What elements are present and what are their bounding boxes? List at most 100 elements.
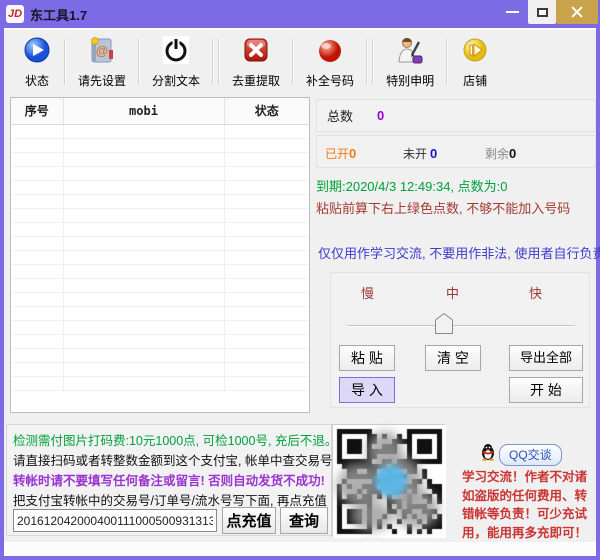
query-button[interactable]: 查询: [280, 507, 328, 534]
red-x-icon: [241, 35, 271, 70]
close-button[interactable]: [556, 0, 598, 24]
column-header-status[interactable]: 状态: [224, 98, 309, 124]
table-row: [11, 194, 309, 208]
total-label: 总数: [327, 106, 353, 125]
play-yellow-icon: [460, 35, 490, 70]
shop-label: 店铺: [463, 72, 487, 89]
complete-number-label: 补全号码: [306, 72, 354, 89]
speed-slider-thumb[interactable]: [435, 313, 453, 334]
toolbar-separator: [446, 39, 448, 85]
table-row: [11, 166, 309, 180]
split-text-label: 分割文本: [152, 72, 200, 89]
maximize-button[interactable]: [528, 0, 556, 24]
dedupe-extract-label: 去重提取: [232, 72, 280, 89]
table-row: [11, 138, 309, 152]
table-header-row: 序号 mobi 状态: [11, 98, 309, 124]
table-row: [11, 362, 309, 376]
paste-warning-notice: 粘贴前算下右上绿色点数, 不够不能加入号码: [316, 198, 570, 217]
table-row: [11, 152, 309, 166]
red-sphere-icon: [315, 35, 345, 70]
start-button[interactable]: 开 始: [509, 377, 583, 403]
table-row: [11, 348, 309, 362]
toolbar-separator: [372, 39, 374, 85]
person-pen-icon: [395, 35, 425, 70]
app-window: JD 东工具1.7 状态 @ 请先设置: [0, 0, 600, 560]
setup-label: 请先设置: [78, 72, 126, 89]
paste-button[interactable]: 粘 贴: [339, 345, 395, 371]
counts-groupbox: 已开0 未开0 剩余0: [316, 135, 596, 168]
status-button[interactable]: 状态: [12, 34, 62, 90]
toolbar-separator: [366, 39, 368, 85]
transaction-number-input[interactable]: [13, 509, 217, 532]
speed-slider-track[interactable]: [347, 325, 575, 327]
table-row: [11, 222, 309, 236]
import-button[interactable]: 导 入: [339, 377, 395, 403]
speed-slow-label: 慢: [361, 283, 374, 302]
qq-chat-label: QQ交谈: [499, 444, 562, 466]
toolbar-separator: [218, 39, 220, 85]
table-row: [11, 320, 309, 334]
unopened-count: 未开0: [403, 145, 437, 162]
disclaimer-notice: 仅仅用作学习交流, 不要用作非法, 使用者自行负责!: [318, 243, 600, 262]
total-groupbox: 总数 0: [316, 99, 596, 132]
maximize-icon: [537, 8, 548, 17]
column-header-index[interactable]: 序号: [11, 98, 63, 124]
power-icon: [161, 35, 191, 70]
address-book-icon: @: [87, 35, 117, 70]
number-table[interactable]: 序号 mobi 状态: [10, 97, 310, 413]
play-blue-icon: [22, 35, 52, 70]
status-label: 状态: [25, 72, 49, 89]
table-row: [11, 264, 309, 278]
remaining-count: 剩余0: [485, 145, 516, 162]
toolbar-separator: [292, 39, 294, 85]
titlebar: JD 东工具1.7: [0, 0, 600, 28]
qq-chat-badge[interactable]: QQ交谈: [480, 443, 562, 466]
close-icon: [570, 5, 584, 19]
table-row: [11, 292, 309, 306]
total-value: 0: [377, 108, 384, 123]
expiry-notice: 到期:2020/4/3 12:49:34, 点数为:0: [316, 176, 508, 195]
export-all-button[interactable]: 导出全部: [509, 345, 583, 371]
payment-warning-line: 转帐时请不要填写任何备注或留言! 否则自动发货不成功!: [13, 470, 325, 489]
app-logo-icon: JD: [6, 5, 24, 23]
qr-smudge: [351, 501, 393, 531]
minimize-icon: [506, 11, 519, 13]
table-row: [11, 180, 309, 194]
toolbar-separator: [64, 39, 66, 85]
table-row: [11, 306, 309, 320]
toolbar: 状态 @ 请先设置 分割文本 去重提取: [4, 30, 596, 92]
table-row: [11, 208, 309, 222]
speed-fast-label: 快: [529, 283, 542, 302]
table-row: [11, 334, 309, 348]
minimize-button[interactable]: [498, 0, 526, 24]
qq-penguin-icon: [480, 443, 496, 466]
bottom-strip: [4, 542, 596, 556]
alipay-qr-code: [332, 424, 445, 537]
speed-medium-label: 中: [446, 283, 459, 302]
column-header-mobi[interactable]: mobi: [63, 98, 224, 124]
table-row: [11, 376, 309, 390]
split-text-button[interactable]: 分割文本: [142, 34, 210, 90]
table-row: [11, 124, 309, 138]
clear-button[interactable]: 清 空: [425, 345, 481, 371]
svg-text:@: @: [96, 43, 109, 58]
payment-fee-line: 检测需付图片打码费:10元1000点, 可检1000号, 充后不退。: [13, 430, 337, 449]
opened-count: 已开0: [325, 145, 356, 162]
toolbar-separator: [138, 39, 140, 85]
table-row: [11, 278, 309, 292]
special-statement-button[interactable]: 特别申明: [376, 34, 444, 90]
qr-center-blob: [375, 465, 407, 497]
qr-smudge: [393, 489, 439, 529]
speed-groupbox: 慢 中 快 粘 贴 清 空 导出全部 导 入 开 始: [330, 272, 590, 408]
payment-transfer-line: 请直接扫码或者转整数金额到这个支付宝, 帐单中查交易号: [13, 450, 332, 469]
table-row: [11, 250, 309, 264]
author-notice: 学习交流！作者不对诸如盗版的任何费用、转错帐等负责！可少充试用，能用再多充即可！: [462, 468, 599, 542]
table-row: [11, 236, 309, 250]
shop-button[interactable]: 店铺: [450, 34, 500, 90]
recharge-button[interactable]: 点充值: [222, 507, 276, 534]
setup-button[interactable]: @ 请先设置: [68, 34, 136, 90]
special-statement-label: 特别申明: [386, 72, 434, 89]
complete-number-button[interactable]: 补全号码: [296, 34, 364, 90]
toolbar-separator: [212, 39, 214, 85]
dedupe-extract-button[interactable]: 去重提取: [222, 34, 290, 90]
